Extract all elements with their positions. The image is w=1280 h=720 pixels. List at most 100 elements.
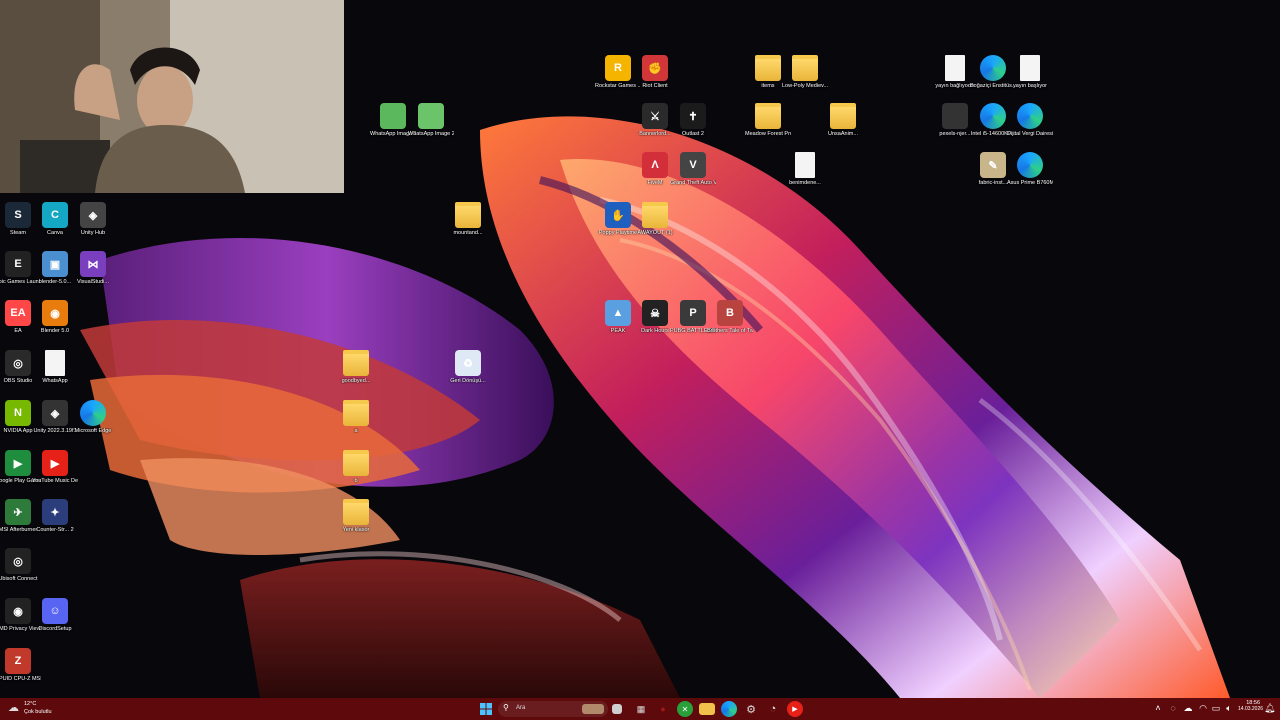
desktop-item[interactable]: WhatsApp <box>32 350 78 385</box>
bogazici-edge-icon <box>980 55 1006 81</box>
intel-edge-icon <box>980 103 1006 129</box>
desktop-item[interactable]: B Brothers Tale of Two... <box>707 300 753 335</box>
desktop-item-label: AWAYOUT (1) <box>637 230 673 236</box>
start-button[interactable] <box>478 701 494 717</box>
desktop-item[interactable]: Dijital Vergi Dairesi <box>1007 103 1053 138</box>
desktop-item[interactable]: Z CPUID CPU-Z MSI <box>0 648 41 683</box>
brothers-icon: B <box>717 300 743 326</box>
desktop-item-label: UnsaAnim... <box>828 131 858 137</box>
unity-hub-icon: ◈ <box>80 202 106 228</box>
windows-icon <box>480 703 492 715</box>
whatsapp-image-1-icon <box>380 103 406 129</box>
desktop-item[interactable]: ☺ DiscordSetup <box>32 598 78 633</box>
rockstar-games-icon: R <box>605 55 631 81</box>
desktop-item[interactable]: a <box>333 400 379 435</box>
desktop-item-label: goodbyed... <box>341 378 371 384</box>
mountand-folder-icon <box>455 202 481 228</box>
desktop-item[interactable]: V Grand Theft Auto V <box>670 152 716 187</box>
edge-taskbar-icon[interactable] <box>721 701 737 717</box>
webcam-feed <box>0 0 344 193</box>
steam-icon: S <box>5 202 31 228</box>
desktop-item[interactable]: ✊ Riot Client <box>632 55 678 90</box>
desktop-item-label: WhatsApp <box>42 378 68 384</box>
steam-taskbar-icon[interactable]: ◔ <box>765 701 781 717</box>
desktop-item[interactable]: ◈ Unity Hub <box>70 202 116 237</box>
desktop-item[interactable]: Low-Poly Mediev... <box>782 55 828 90</box>
pubg-icon: P <box>680 300 706 326</box>
google-play-games-icon: ▶ <box>5 450 31 476</box>
peak-icon: ▲ <box>605 300 631 326</box>
desktop-item[interactable]: ◉ Blender 5.0 <box>32 300 78 335</box>
xbox-icon[interactable]: ✕ <box>677 701 693 717</box>
desktop-item[interactable]: ⋈ VisualStudi... <box>70 251 116 286</box>
desktop-item-label: WhatsApp Image 2026... <box>408 131 454 137</box>
clock[interactable]: 18:56 14.03.2026 <box>1238 700 1263 712</box>
desktop-item[interactable]: UnsaAnim... <box>820 103 866 138</box>
desktop-item[interactable]: ✦ Counter-Str... 2 <box>32 499 78 534</box>
settings-icon[interactable]: ⚙ <box>743 701 759 717</box>
goodbyed-folder-icon <box>343 350 369 376</box>
blender-installer-icon: ▣ <box>42 251 68 277</box>
display-icon[interactable]: ▭ <box>1211 703 1221 713</box>
weather-widget[interactable]: ☁ 12°C Çok bulutlu <box>6 701 66 717</box>
desktop-item[interactable]: WhatsApp Image 2026... <box>408 103 454 138</box>
desktop-item[interactable]: ◎ Ubisoft Connect <box>0 548 41 583</box>
desktop-item[interactable]: AWAYOUT (1) <box>632 202 678 237</box>
desktop-item-label: CPUID CPU-Z MSI <box>0 676 41 682</box>
desktop-item-label: Dijital Vergi Dairesi <box>1007 131 1053 137</box>
awayout-folder-icon <box>642 202 668 228</box>
volume-icon[interactable]: 🔈︎ <box>1224 703 1234 713</box>
onedrive-icon[interactable]: ☁ <box>1183 703 1193 713</box>
desktop-item[interactable]: Meadow Forest Props <box>745 103 791 138</box>
unity-icon: ◈ <box>42 400 68 426</box>
desktop-item[interactable]: Microsoft Edge <box>70 400 116 435</box>
taskbar-app-icon[interactable]: ● <box>655 701 671 717</box>
notification-bell-icon[interactable]: 🔔︎ <box>1264 703 1275 713</box>
desktop-item-label: Blender 5.0 <box>40 328 70 334</box>
low-poly-folder-icon <box>792 55 818 81</box>
desktop-item[interactable]: goodbyed... <box>333 350 379 385</box>
fivem-icon: Λ <box>642 152 668 178</box>
desktop-item[interactable]: Asus Prime B760M DC... <box>1007 152 1053 187</box>
taskbar: ☁ 12°C Çok bulutlu ⚲ Ara ▦ ● ✕ ⚙ ◔ ▶ ˄ ◌… <box>0 698 1280 720</box>
weather-temp: 12°C <box>24 701 37 707</box>
weather-desc: Çok bulutlu <box>24 709 52 715</box>
desktop-item[interactable]: ▶ YouTube Music Des... <box>32 450 78 485</box>
file-explorer-icon[interactable] <box>699 703 715 715</box>
desktop-item[interactable]: yayın başlıyor <box>1007 55 1053 90</box>
calendar-icon[interactable]: ▦ <box>633 701 649 717</box>
taskbar-search[interactable]: ⚲ Ara <box>498 701 608 717</box>
desktop-item-label: Counter-Str... 2 <box>36 527 74 533</box>
ubisoft-connect-icon: ◎ <box>5 548 31 574</box>
nvidia-app-icon: N <box>5 400 31 426</box>
gta-v-icon: V <box>680 152 706 178</box>
desktop-item[interactable]: mountand... <box>445 202 491 237</box>
desktop-item[interactable]: benimdene... <box>782 152 828 187</box>
cpu-z-icon: Z <box>5 648 31 674</box>
desktop-item-label: VisualStudi... <box>76 279 109 285</box>
task-view-icon[interactable] <box>612 704 622 714</box>
desktop-item[interactable]: ♻ Geri Dönüşü... <box>445 350 491 385</box>
desktop-item[interactable]: ✝ Outlast 2 <box>670 103 716 138</box>
desktop-item-label: benimdene... <box>789 180 821 186</box>
youtube-taskbar-icon[interactable]: ▶ <box>787 701 803 717</box>
desktop-item[interactable]: b <box>333 450 379 485</box>
desktop-item-label: Microsoft Edge <box>74 428 112 434</box>
desktop-item[interactable]: Yeni klasör <box>333 499 379 534</box>
a-folder-icon <box>343 400 369 426</box>
network-tray-icon[interactable]: ◌ <box>1168 703 1178 713</box>
discord-setup-icon: ☺ <box>42 598 68 624</box>
wifi-icon[interactable]: ◠ <box>1198 703 1208 713</box>
canva-icon: C <box>42 202 68 228</box>
unsaanim-folder-icon <box>830 103 856 129</box>
desktop-item-label: Brothers Tale of Two... <box>707 328 753 334</box>
desktop-item-label: Ubisoft Connect <box>0 576 38 582</box>
dark-hours-icon: ☠ <box>642 300 668 326</box>
recycle-bin-icon: ♻ <box>455 350 481 376</box>
desktop-item-label: Geri Dönüşü... <box>450 378 486 384</box>
amd-privacy-view-icon: ◉ <box>5 598 31 624</box>
msi-afterburner-icon: ✈ <box>5 499 31 525</box>
show-hidden-icons-chevron-icon[interactable]: ˄ <box>1153 703 1163 713</box>
riot-client-icon: ✊ <box>642 55 668 81</box>
webcam-overlay <box>0 0 344 193</box>
